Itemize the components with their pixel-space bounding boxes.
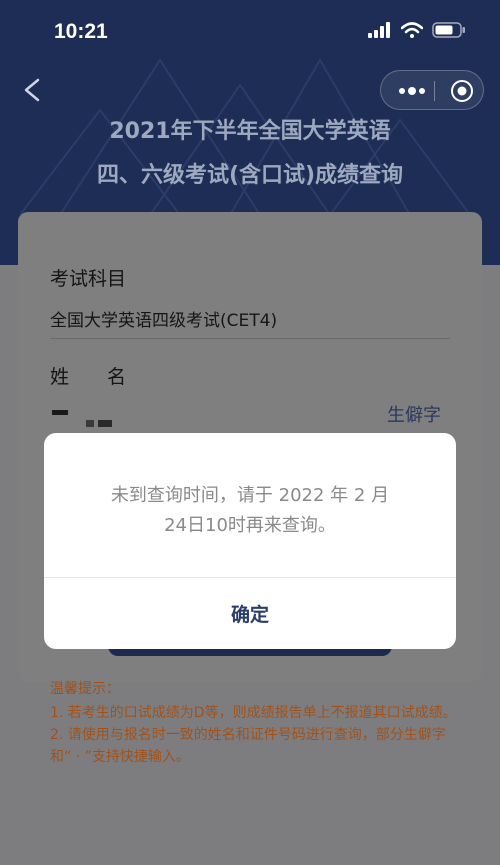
page-title: 2021年下半年全国大学英语 四、六级考试(含口试)成绩查询 [0, 110, 500, 198]
tips-item-2: 2. 请使用与报名时一致的姓名和证件号码进行查询，部分生僻字和“ · ”支持快捷… [50, 727, 446, 765]
capsule-divider [434, 81, 435, 101]
wifi-icon [401, 22, 423, 38]
target-icon[interactable] [450, 79, 474, 103]
redacted-name [52, 410, 68, 415]
subject-select[interactable]: 全国大学英语四级考试(CET4) [50, 306, 277, 331]
status-time: 10:21 [54, 20, 108, 43]
chevron-left-icon[interactable] [18, 74, 46, 106]
tips-item-1: 1. 若考生的口试成绩为D等，则成绩报告单上不报道其口试成绩。 [50, 705, 457, 721]
alert-dialog: 未到查询时间，请于 2022 年 2 月 24日10时再来查询。 确定 [44, 433, 456, 649]
page-title-line-1: 2021年下半年全国大学英语 [109, 119, 391, 144]
status-bar: 10:21 [0, 0, 500, 64]
signal-icon [368, 22, 390, 38]
redacted-name [86, 420, 94, 427]
name-input[interactable] [50, 400, 370, 430]
battery-icon [432, 22, 465, 38]
tips-section: 温馨提示： 1. 若考生的口试成绩为D等，则成绩报告单上不报道其口试成绩。 2.… [50, 678, 460, 768]
divider [50, 338, 450, 339]
tips-title: 温馨提示： [50, 681, 120, 697]
mini-program-capsule [380, 70, 484, 110]
page-title-line-2: 四、六级考试(含口试)成绩查询 [96, 163, 404, 188]
dialog-message-line-1: 未到查询时间，请于 2022 年 2 月 [110, 485, 390, 506]
rare-character-link[interactable]: 生僻字 [387, 401, 441, 427]
name-label: 姓 名 [50, 366, 127, 388]
dialog-message: 未到查询时间，请于 2022 年 2 月 24日10时再来查询。 [44, 481, 456, 541]
more-icon[interactable] [397, 83, 427, 99]
confirm-button[interactable]: 确定 [44, 578, 456, 649]
redacted-name [98, 420, 112, 427]
dialog-message-line-2: 24日10时再来查询。 [164, 515, 336, 536]
subject-label: 考试科目 [50, 268, 127, 290]
